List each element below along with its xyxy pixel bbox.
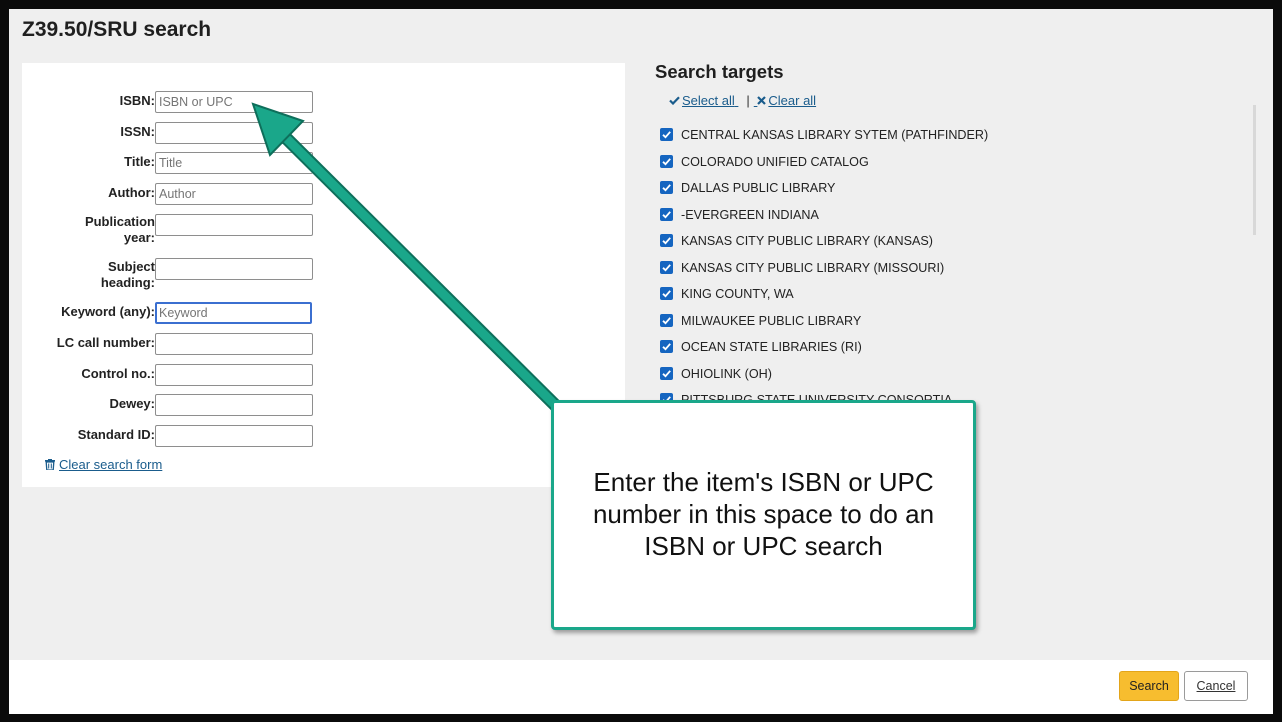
lc-call-number-label: LC call number: xyxy=(56,335,155,350)
target-checkbox[interactable] xyxy=(660,181,673,194)
keyword-label: Keyword (any): xyxy=(61,304,155,319)
target-label: CENTRAL KANSAS LIBRARY SYTEM (PATHFINDER… xyxy=(681,128,989,142)
isbn-input[interactable] xyxy=(155,91,313,113)
target-label: MILWAUKEE PUBLIC LIBRARY xyxy=(681,313,862,328)
clear-all-label: Clear all xyxy=(768,93,817,108)
lc-call-number-input[interactable] xyxy=(155,333,313,355)
callout-text: Enter the item's ISBN or UPC number in t… xyxy=(592,467,935,561)
search-form-panel: ISBN: ISSN: Title: Author: Publication y… xyxy=(22,63,625,487)
title-input[interactable] xyxy=(155,152,313,174)
issn-input[interactable] xyxy=(155,122,313,144)
issn-label: ISSN: xyxy=(120,124,155,139)
target-label: -EVERGREEN INDIANA xyxy=(681,207,819,222)
dewey-label: Dewey: xyxy=(109,396,155,411)
target-item[interactable]: KANSAS CITY PUBLIC LIBRARY (MISSOURI) xyxy=(660,260,945,279)
target-checkbox[interactable] xyxy=(660,340,673,353)
search-targets-panel: Search targets Select all | Clear all CE… xyxy=(655,61,1255,407)
target-label: DALLAS PUBLIC LIBRARY xyxy=(681,181,836,195)
target-label: KING COUNTY, WA xyxy=(681,287,794,301)
target-checkbox[interactable] xyxy=(660,207,673,221)
target-item[interactable]: KING COUNTY, WA xyxy=(660,287,794,305)
publication-year-input[interactable] xyxy=(155,214,313,236)
dialog-footer: Search Cancel xyxy=(9,660,1273,714)
dewey-input[interactable] xyxy=(155,394,313,416)
isbn-label: ISBN: xyxy=(119,93,155,108)
author-input[interactable] xyxy=(155,183,313,205)
select-all-link[interactable]: Select all xyxy=(669,93,738,108)
targets-scrollbar[interactable] xyxy=(1253,105,1256,235)
checkmark-icon xyxy=(662,316,671,325)
target-label: COLORADO UNIFIED CATALOG xyxy=(681,154,869,169)
times-icon xyxy=(757,96,767,105)
checkmark-icon xyxy=(662,210,671,219)
target-checkbox[interactable] xyxy=(660,366,673,380)
checkmark-icon xyxy=(662,369,671,378)
select-all-label: Select all xyxy=(682,93,735,108)
clear-search-form-link[interactable]: Clear search form xyxy=(45,457,162,472)
subject-heading-label: Subject heading: xyxy=(100,259,155,290)
standard-id-input[interactable] xyxy=(155,425,313,447)
trash-icon xyxy=(45,459,55,470)
target-item[interactable]: KANSAS CITY PUBLIC LIBRARY (KANSAS) xyxy=(660,234,933,252)
check-icon xyxy=(669,96,680,106)
clear-search-form-label: Clear search form xyxy=(59,457,163,472)
target-label: KANSAS CITY PUBLIC LIBRARY (MISSOURI) xyxy=(681,260,945,275)
control-number-input[interactable] xyxy=(155,364,313,386)
standard-id-label: Standard ID: xyxy=(77,427,155,442)
checkmark-icon xyxy=(662,290,671,298)
author-label: Author: xyxy=(108,185,155,200)
dialog-title: Z39.50/SRU search xyxy=(22,18,212,41)
target-item[interactable]: COLORADO UNIFIED CATALOG xyxy=(660,154,869,173)
target-label: KANSAS CITY PUBLIC LIBRARY (KANSAS) xyxy=(681,234,933,248)
target-selection-links: Select all | Clear all xyxy=(669,93,816,108)
target-checkbox[interactable] xyxy=(660,154,673,168)
title-label: Title: xyxy=(124,154,155,169)
checkmark-icon xyxy=(662,157,671,166)
subject-heading-input[interactable] xyxy=(155,258,313,280)
search-targets-heading: Search targets xyxy=(655,61,784,82)
checkmark-icon xyxy=(662,263,671,272)
link-separator: | xyxy=(746,93,750,108)
tutorial-callout: Enter the item's ISBN or UPC number in t… xyxy=(551,400,976,630)
target-item[interactable]: OHIOLINK (OH) xyxy=(660,366,772,385)
target-checkbox[interactable] xyxy=(660,234,673,247)
search-button[interactable]: Search xyxy=(1119,671,1179,701)
checkmark-icon xyxy=(662,184,671,192)
target-checkbox[interactable] xyxy=(660,287,673,300)
target-checkbox[interactable] xyxy=(660,128,673,141)
target-item[interactable]: DALLAS PUBLIC LIBRARY xyxy=(660,181,835,199)
target-label: OCEAN STATE LIBRARIES (RI) xyxy=(681,340,862,354)
target-item[interactable]: MILWAUKEE PUBLIC LIBRARY xyxy=(660,313,862,332)
checkmark-icon xyxy=(662,131,671,139)
publication-year-label: Publication year: xyxy=(84,214,155,245)
target-item[interactable]: OCEAN STATE LIBRARIES (RI) xyxy=(660,340,862,358)
checkmark-icon xyxy=(662,343,671,351)
target-label: OHIOLINK (OH) xyxy=(681,366,772,381)
cancel-button[interactable]: Cancel xyxy=(1184,671,1248,701)
target-checkbox[interactable] xyxy=(660,260,673,274)
target-item[interactable]: CENTRAL KANSAS LIBRARY SYTEM (PATHFINDER… xyxy=(660,128,988,146)
target-checkbox[interactable] xyxy=(660,313,673,327)
control-number-label: Control no.: xyxy=(81,366,155,381)
keyword-input[interactable] xyxy=(155,302,312,324)
checkmark-icon xyxy=(662,237,671,245)
target-item[interactable]: -EVERGREEN INDIANA xyxy=(660,207,819,226)
clear-all-link[interactable]: Clear all xyxy=(754,93,816,108)
